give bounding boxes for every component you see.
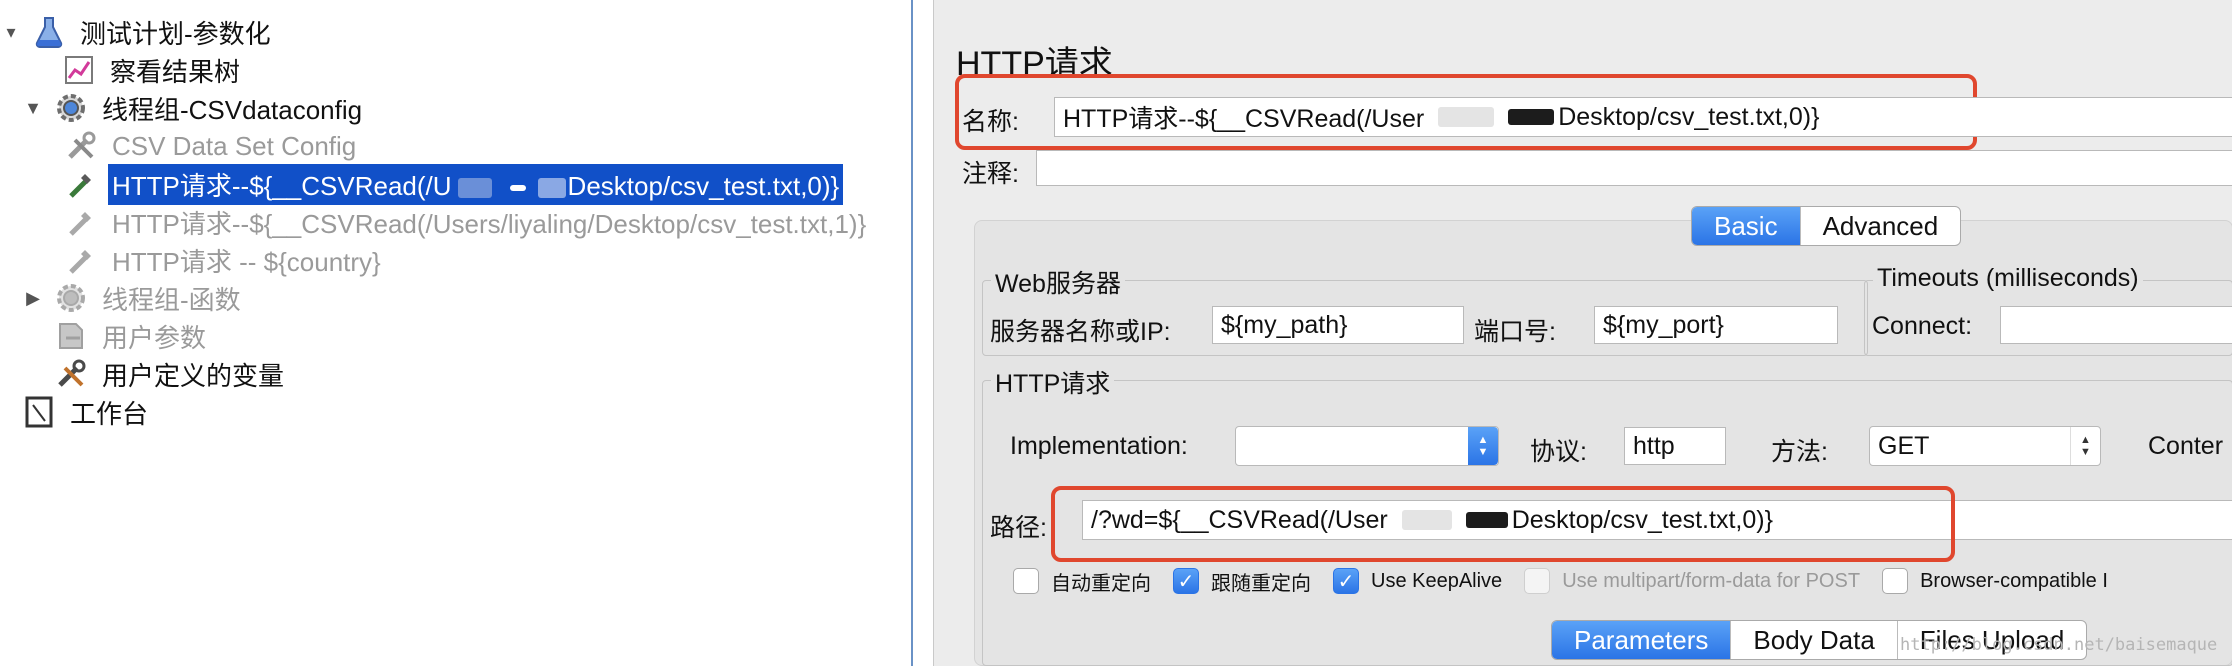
connect-timeout-field[interactable] xyxy=(2000,306,2232,344)
tree-item-csv-data-set-config[interactable]: CSV Data Set Config xyxy=(64,128,360,164)
path-label: 路径: xyxy=(990,514,1047,542)
protocol-label: 协议: xyxy=(1530,438,1587,466)
pipette-icon xyxy=(64,205,98,239)
chart-listener-icon xyxy=(62,53,96,87)
expand-toggle-icon[interactable]: ▶ xyxy=(22,288,44,309)
tab-parameters[interactable]: Parameters xyxy=(1552,621,1732,659)
port-label: 端口号: xyxy=(1474,318,1556,346)
implementation-select[interactable]: ▲ ▼ xyxy=(1235,426,1499,466)
protocol-field[interactable]: http xyxy=(1624,427,1726,465)
tree-item-http-request-country[interactable]: HTTP请求 -- ${country} xyxy=(64,242,385,278)
checkbox-box[interactable] xyxy=(1013,568,1039,594)
workbench-icon xyxy=(22,395,56,429)
pipette-icon xyxy=(64,167,98,201)
flask-icon xyxy=(32,15,66,49)
tree-item-thread-group-function[interactable]: ▶ 线程组-函数 xyxy=(22,280,245,316)
auto-redirect-checkbox[interactable]: 自动重定向 xyxy=(1013,567,1151,596)
server-name-field[interactable]: ${my_path} xyxy=(1212,306,1464,344)
tree-item-label: 工作台 xyxy=(70,398,149,429)
method-label: 方法: xyxy=(1771,438,1828,466)
tree-item-label: 察看结果树 xyxy=(110,56,241,87)
server-name-label: 服务器名称或IP: xyxy=(990,318,1171,346)
tree-item-label: 用户参数 xyxy=(102,322,207,353)
http-request-group-title: HTTP请求 xyxy=(991,364,1115,400)
tree-item-thread-group-csv[interactable]: ▼ 线程组-CSVdataconfig xyxy=(22,90,366,126)
tree-item-http-request-selected[interactable]: HTTP请求--${__CSVRead(/U Desktop/csv_test.t… xyxy=(64,163,844,205)
gear-icon xyxy=(54,91,88,125)
select-arrows-icon: ▲ ▼ xyxy=(1468,427,1498,465)
comment-label: 注释: xyxy=(962,160,1019,188)
tree-item-http-request-2[interactable]: HTTP请求--${__CSVRead(/Users/liyaling/Desk… xyxy=(64,204,870,240)
comment-field[interactable] xyxy=(1036,150,2232,186)
tree-item-view-results-tree[interactable]: 察看结果树 xyxy=(30,52,244,88)
implementation-label: Implementation: xyxy=(1010,432,1188,460)
name-field[interactable]: HTTP请求--${__CSVRead(/User Desktop/csv_tes… xyxy=(1054,97,2232,137)
tree-item-user-defined-variables[interactable]: 用户定义的变量 xyxy=(22,356,288,392)
tree-item-label: 线程组-函数 xyxy=(102,284,241,315)
follow-redirect-checkbox[interactable]: ✓ 跟随重定向 xyxy=(1173,567,1311,596)
collapse-toggle-icon[interactable]: ▾ xyxy=(0,22,22,43)
checkbox-box[interactable] xyxy=(1524,568,1551,594)
browser-compatible-checkbox[interactable]: Browser-compatible I xyxy=(1882,568,2108,594)
expand-toggle-icon[interactable]: ▼ xyxy=(22,98,44,119)
timeouts-group-title: Timeouts (milliseconds) xyxy=(1873,264,2143,293)
connect-timeout-label: Connect: xyxy=(1872,312,1973,340)
document-icon xyxy=(54,319,88,353)
tree-item-label: CSV Data Set Config xyxy=(112,130,357,161)
tab-basic[interactable]: Basic xyxy=(1692,207,1801,245)
wrench-icon xyxy=(54,357,88,391)
gear-icon xyxy=(54,281,88,315)
tab-body-data[interactable]: Body Data xyxy=(1731,621,1898,659)
watermark: http://blog.csdn.net/baisemaque xyxy=(1900,635,2218,655)
web-server-group-title: Web服务器 xyxy=(991,264,1125,300)
tree-item-label: HTTP请求--${__CSVRead(/U Desktop/csv_test.t… xyxy=(108,163,844,205)
tree-item-label: HTTP请求 -- ${country} xyxy=(112,246,381,277)
pipette-icon xyxy=(64,243,98,277)
tree-item-label: 用户定义的变量 xyxy=(102,360,285,391)
checkbox-box[interactable] xyxy=(1882,568,1909,594)
tree-item-label: HTTP请求--${__CSVRead(/Users/liyaling/Desk… xyxy=(112,208,867,239)
tree-item-label: 线程组-CSVdataconfig xyxy=(102,94,363,125)
check-icon[interactable]: ✓ xyxy=(1173,568,1199,594)
tree-item-workbench[interactable]: 工作台 xyxy=(0,394,152,430)
tab-advanced[interactable]: Advanced xyxy=(1801,207,1961,245)
test-plan-tree: ▾ 测试计划-参数化 察看结果树 ▼ 线程组-CSVdataconfig CSV… xyxy=(0,0,913,666)
keepalive-checkbox[interactable]: ✓ Use KeepAlive xyxy=(1333,568,1502,594)
tree-item-test-plan[interactable]: ▾ 测试计划-参数化 xyxy=(0,14,275,50)
options-checkbox-row: 自动重定向 ✓ 跟随重定向 ✓ Use KeepAlive Use multipar… xyxy=(1013,565,2130,597)
content-encoding-label: Conter xyxy=(2148,432,2224,460)
basic-advanced-tabs: Basic Advanced xyxy=(1691,206,1962,246)
port-field[interactable]: ${my_port} xyxy=(1594,306,1838,344)
select-arrows-icon: ▲ ▼ xyxy=(2070,427,2100,465)
check-icon[interactable]: ✓ xyxy=(1333,568,1359,594)
wrench-icon xyxy=(64,129,98,163)
method-select[interactable]: GET ▲ ▼ xyxy=(1869,426,2101,466)
name-label: 名称: xyxy=(962,108,1019,136)
tree-item-user-parameters[interactable]: 用户参数 xyxy=(22,318,210,354)
tree-item-label: 测试计划-参数化 xyxy=(80,18,271,49)
path-highlight-box xyxy=(1051,486,1955,562)
multipart-checkbox[interactable]: Use multipart/form-data for POST xyxy=(1524,568,1860,594)
